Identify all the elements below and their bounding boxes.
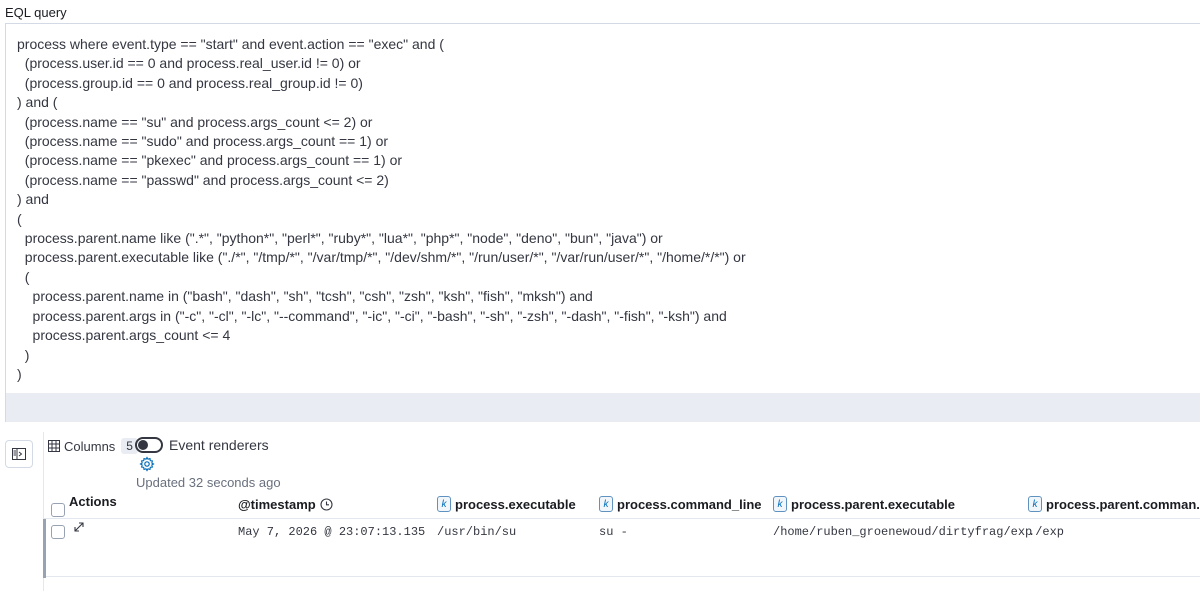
query-line: process where event.type == "start" and … [17,36,444,52]
executable-header[interactable]: k process.executable [437,492,576,516]
parent-executable-header[interactable]: k process.parent.executable [773,492,955,516]
event-renderers-label: Event renderers [169,437,269,453]
executable-cell: /usr/bin/su [437,525,517,539]
query-line: (process.name == "sudo" and process.args… [17,133,389,150]
command-line-cell: su - [599,525,628,539]
executable-header-label: process.executable [455,496,576,512]
keyword-field-icon: k [773,496,787,512]
parent-command-cell: ./exp [1028,525,1065,539]
updated-status: Updated 32 seconds ago [136,475,281,490]
parent-executable-header-label: process.parent.executable [791,496,956,512]
left-rail [0,432,44,591]
query-line: ) [17,365,22,382]
table-columns-icon [48,440,60,452]
query-line: (process.name == "pkexec" and process.ar… [17,152,403,169]
eql-query-editor[interactable]: process where event.type == "start" and … [5,23,1200,393]
parent-executable-cell: /home/ruben_groenewoud/dirtyfrag/exp [773,525,1033,539]
query-line: process.parent.executable like ("./*", "… [17,249,746,266]
query-line: process.parent.name in ("bash", "dash", … [17,288,593,305]
event-renderers-toggle[interactable] [135,437,163,453]
query-line: ) and [17,191,49,208]
panel-toggle-icon [12,448,26,460]
toggle-panel-button[interactable] [5,440,33,468]
query-line: (process.user.id == 0 and process.real_u… [17,55,361,72]
query-text[interactable]: process where event.type == "start" and … [6,24,1200,384]
columns-button[interactable]: Columns 5 [48,438,138,454]
query-line: process.parent.args_count <= 4 [17,327,231,344]
query-line: process.parent.name like (".*", "python*… [17,230,663,247]
expand-icon[interactable] [73,521,85,533]
command-line-header[interactable]: k process.command_line [599,492,762,516]
keyword-field-icon: k [1028,496,1042,512]
actions-header: Actions [69,493,117,509]
row-selection-indicator [43,519,46,578]
timestamp-cell: May 7, 2026 @ 23:07:13.135 [238,525,426,539]
table-row[interactable]: May 7, 2026 @ 23:07:13.135 /usr/bin/su s… [43,518,1200,578]
select-all-checkbox[interactable] [51,503,65,517]
eql-query-label: EQL query [5,5,67,20]
query-line: ( [17,210,22,227]
query-line: (process.group.id == 0 and process.real_… [17,74,363,91]
command-line-header-label: process.command_line [617,496,762,512]
query-editor-footer [5,393,1200,422]
parent-command-header-label: process.parent.comman... [1046,496,1200,512]
grid-toolbar: Columns 5 [48,436,138,456]
columns-label: Columns [64,438,116,454]
keyword-field-icon: k [599,496,613,512]
parent-command-header[interactable]: k process.parent.comman... [1028,492,1200,516]
keyword-field-icon: k [437,496,451,512]
gear-icon[interactable] [139,456,155,472]
query-line: ( [17,268,30,285]
query-line: ) [17,346,30,363]
timestamp-header-label: @timestamp [238,496,316,512]
query-line: (process.name == "passwd" and process.ar… [17,171,389,188]
row-checkbox[interactable] [51,525,65,539]
timestamp-header[interactable]: @timestamp [238,492,333,516]
clock-icon [320,497,333,511]
toggle-knob [138,440,148,450]
query-line: (process.name == "su" and process.args_c… [17,113,373,130]
query-line: process.parent.args in ("-c", "-cl", "-l… [17,307,727,324]
table-header-row: Actions @timestamp k process.executable … [43,492,1200,518]
query-line: ) and ( [17,94,58,111]
